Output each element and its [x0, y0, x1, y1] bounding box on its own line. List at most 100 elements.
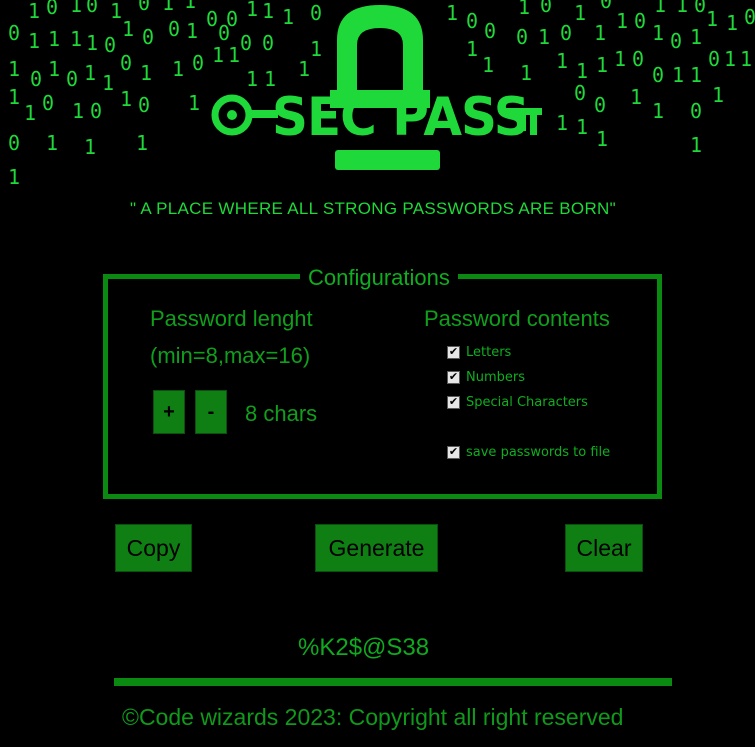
svg-text:0: 0: [168, 17, 180, 41]
svg-text:1: 1: [652, 21, 664, 45]
svg-text:0: 0: [690, 99, 702, 123]
password-length-range: (min=8,max=16): [150, 343, 311, 368]
svg-text:1: 1: [594, 21, 606, 45]
svg-text:1: 1: [630, 85, 642, 109]
svg-text:1: 1: [740, 47, 752, 71]
copy-button[interactable]: Copy: [115, 524, 192, 572]
svg-text:0: 0: [42, 91, 54, 115]
svg-text:0: 0: [652, 63, 664, 87]
svg-text:1: 1: [724, 47, 736, 71]
svg-text:1: 1: [8, 57, 20, 81]
configurations-title: Configurations: [300, 265, 458, 291]
option-letters[interactable]: ✔ Letters: [447, 345, 511, 360]
svg-text:1: 1: [28, 0, 40, 23]
svg-text:1: 1: [574, 1, 586, 25]
svg-text:0: 0: [560, 21, 572, 45]
option-save-to-file[interactable]: ✔ save passwords to file: [447, 445, 610, 460]
svg-text:0: 0: [138, 0, 150, 15]
svg-text:1: 1: [84, 135, 96, 159]
svg-text:0: 0: [744, 5, 755, 29]
svg-text:1: 1: [690, 25, 702, 49]
svg-text:1: 1: [48, 57, 60, 81]
svg-text:1: 1: [70, 0, 82, 17]
checkbox-checked-icon[interactable]: ✔: [447, 346, 460, 359]
svg-text:0: 0: [8, 131, 20, 155]
svg-text:0: 0: [142, 25, 154, 49]
svg-text:0: 0: [594, 93, 606, 117]
svg-text:0: 0: [632, 47, 644, 71]
svg-text:0: 0: [192, 51, 204, 75]
password-contents-label: Password contents: [424, 306, 610, 331]
checkbox-checked-icon[interactable]: ✔: [447, 371, 460, 384]
option-numbers[interactable]: ✔ Numbers: [447, 370, 525, 385]
svg-text:1: 1: [676, 0, 688, 17]
svg-text:1: 1: [8, 85, 20, 109]
checkbox-checked-icon[interactable]: ✔: [447, 396, 460, 409]
svg-text:1: 1: [70, 27, 82, 51]
svg-text:1: 1: [706, 7, 718, 31]
svg-text:0: 0: [86, 0, 98, 17]
svg-text:1: 1: [576, 59, 588, 83]
option-numbers-label: Numbers: [466, 370, 525, 385]
generate-button[interactable]: Generate: [315, 524, 438, 572]
svg-text:1: 1: [184, 0, 196, 13]
svg-text:0: 0: [30, 67, 42, 91]
svg-text:1: 1: [122, 17, 134, 41]
svg-text:0: 0: [694, 0, 706, 17]
svg-text:1: 1: [28, 29, 40, 53]
generated-password: %K2$@S38: [298, 634, 430, 661]
svg-text:1: 1: [136, 131, 148, 155]
increment-length-button[interactable]: +: [153, 390, 185, 434]
svg-text:0: 0: [634, 9, 646, 33]
svg-text:0: 0: [670, 29, 682, 53]
svg-text:1: 1: [48, 27, 60, 51]
svg-text:0: 0: [8, 21, 20, 45]
svg-text:1: 1: [690, 63, 702, 87]
svg-text:1: 1: [8, 165, 20, 189]
logo-text: SEC PASS: [272, 86, 530, 148]
svg-text:1: 1: [84, 61, 96, 85]
svg-text:0: 0: [120, 51, 132, 75]
svg-text:1: 1: [120, 87, 132, 111]
svg-text:0: 0: [600, 0, 612, 13]
svg-text:1: 1: [596, 127, 608, 151]
option-special-characters[interactable]: ✔ Special Characters: [447, 395, 588, 410]
svg-text:1: 1: [86, 31, 98, 55]
svg-text:1: 1: [188, 91, 200, 115]
svg-text:1: 1: [652, 99, 664, 123]
svg-text:1: 1: [102, 71, 114, 95]
svg-text:0: 0: [574, 81, 586, 105]
option-special-characters-label: Special Characters: [466, 395, 588, 410]
svg-text:1: 1: [140, 61, 152, 85]
svg-text:0: 0: [90, 99, 102, 123]
password-length-label: Password lenght: [150, 306, 313, 331]
footer-divider: [114, 678, 672, 686]
svg-text:1: 1: [576, 115, 588, 139]
checkbox-checked-icon[interactable]: ✔: [447, 446, 460, 459]
svg-text:1: 1: [162, 0, 174, 15]
svg-text:1: 1: [172, 57, 184, 81]
svg-text:1: 1: [186, 19, 198, 43]
svg-text:1: 1: [46, 131, 58, 155]
svg-text:1: 1: [672, 63, 684, 87]
decrement-length-button[interactable]: -: [195, 390, 227, 434]
clear-button[interactable]: Clear: [565, 524, 643, 572]
svg-text:1: 1: [654, 0, 666, 17]
svg-text:1: 1: [556, 111, 568, 135]
svg-text:1: 1: [690, 133, 702, 157]
svg-text:1: 1: [712, 83, 724, 107]
svg-text:0: 0: [708, 47, 720, 71]
password-length-value: 8 chars: [245, 401, 318, 426]
option-save-to-file-label: save passwords to file: [466, 445, 611, 460]
copyright-text: ©Code wizards 2023: Copyright all right …: [122, 704, 624, 730]
tagline: " A PLACE WHERE ALL STRONG PASSWORDS ARE…: [130, 199, 616, 218]
svg-text:1: 1: [72, 99, 84, 123]
svg-text:1: 1: [24, 101, 36, 125]
svg-text:0: 0: [46, 0, 58, 19]
option-letters-label: Letters: [466, 345, 512, 360]
svg-text:1: 1: [726, 11, 738, 35]
svg-text:1: 1: [596, 53, 608, 77]
svg-text:1: 1: [110, 0, 122, 23]
svg-text:1: 1: [556, 49, 568, 73]
svg-text:1: 1: [616, 9, 628, 33]
